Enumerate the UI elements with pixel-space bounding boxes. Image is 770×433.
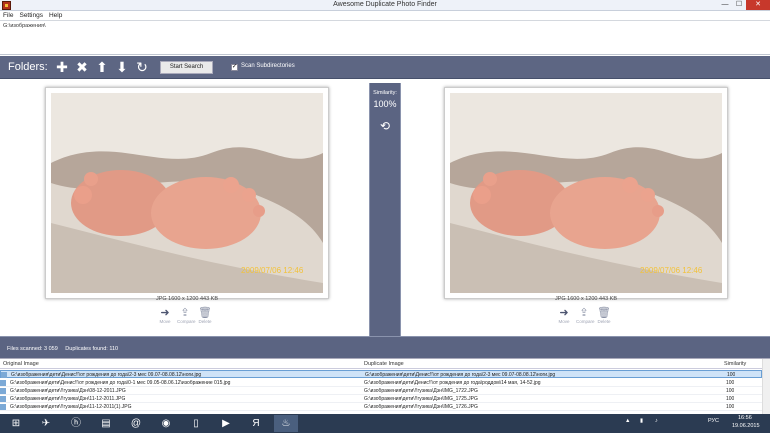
arrow-right-icon: ➜ [160, 307, 170, 319]
menu-settings[interactable]: Settings [19, 11, 43, 20]
awesome-duplicate-photo-finder-icon[interactable]: ♨ [274, 415, 298, 432]
clock-time[interactable]: 16:56 [738, 415, 752, 421]
original-image-frame[interactable]: 2009/07/06 12:46 [45, 87, 329, 299]
duplicate-delete-button[interactable]: 🗑 Delete [596, 307, 612, 327]
scan-subdirectories-label: Scan Subdirectories [241, 63, 295, 69]
folders-label: Folders: [8, 61, 48, 73]
menu-help[interactable]: Help [49, 11, 62, 20]
tray-expand-icon[interactable]: ▲ [625, 418, 630, 424]
table-row[interactable]: G:\изображения\дети\!!гузика\Дэн\11-12-2… [0, 395, 762, 403]
arrow-right-icon: ➜ [559, 307, 569, 319]
menu-file[interactable]: File [3, 11, 13, 20]
date-stamp-left: 2009/07/06 12:46 [241, 266, 304, 275]
folder-list[interactable]: G:\изображения\ [0, 20, 770, 55]
archive-icon: ⇪ [180, 307, 190, 319]
row-marker [0, 388, 6, 394]
add-folder-icon[interactable]: ✚ [54, 59, 70, 75]
file-explorer-icon[interactable]: ▤ [94, 415, 118, 432]
compare-area: Similarity: 100% ⟲ 2009/07/06 12:46 2009… [0, 83, 770, 336]
duplicate-photo: 2009/07/06 12:46 [450, 93, 722, 293]
pin-app-icon[interactable]: ✈ [34, 415, 58, 432]
hp-icon[interactable]: ⓗ [64, 415, 88, 432]
swap-icon[interactable]: ⟲ [370, 119, 400, 133]
menu-bar: File Settings Help [0, 11, 770, 20]
row-marker [0, 404, 6, 410]
duplicate-move-button[interactable]: ➜ Move [556, 307, 572, 327]
original-move-button[interactable]: ➜ Move [157, 307, 173, 327]
maximize-button[interactable]: ☐ [732, 0, 746, 10]
windows-start-icon[interactable]: ⊞ [4, 415, 28, 432]
date-stamp-right: 2009/07/06 12:46 [640, 266, 703, 275]
yandex-icon[interactable]: Я [244, 415, 268, 432]
duplicates-found: Duplicates found: 110 [65, 346, 119, 352]
files-scanned: Files scanned: 3 059 [7, 346, 58, 352]
similarity-value: 100% [373, 99, 397, 109]
duplicate-image-frame[interactable]: 2009/07/06 12:46 [444, 87, 728, 299]
window-title: Awesome Duplicate Photo Finder [333, 1, 437, 8]
duplicate-image-info: JPG 1600 x 1200 443 KB [554, 296, 618, 302]
original-image-info: JPG 1600 x 1200 443 KB [155, 296, 219, 302]
move-down-icon[interactable]: ⬇ [114, 59, 130, 75]
trash-icon: 🗑 [198, 307, 212, 319]
window-controls: — ☐ ✕ [718, 0, 770, 10]
table-header: Original Image Duplicate Image Similarit… [0, 359, 762, 369]
table-row[interactable]: G:\изображения\дети\Денис!!\от рождения … [0, 370, 762, 378]
media-player-icon[interactable]: ▶ [214, 415, 238, 432]
row-marker [0, 380, 6, 386]
scan-status: Files scanned: 3 059 Duplicates found: 1… [7, 346, 124, 352]
folders-toolbar: Folders: ✚ ✖ ⬆ ⬇ ↻ Start Search ✓ Scan S… [0, 56, 770, 79]
trash-icon: 🗑 [597, 307, 611, 319]
scan-subdirectories-checkbox[interactable]: ✓ [231, 64, 238, 71]
original-delete-button[interactable]: 🗑 Delete [197, 307, 213, 327]
chrome-icon[interactable]: ◉ [154, 415, 178, 432]
row-marker [1, 372, 7, 378]
reset-icon[interactable]: ↻ [134, 59, 150, 75]
header-duplicate[interactable]: Duplicate Image [364, 361, 404, 367]
folder-path-item[interactable]: G:\изображения\ [3, 23, 767, 29]
move-up-icon[interactable]: ⬆ [94, 59, 110, 75]
results-table: Original Image Duplicate Image Similarit… [0, 358, 770, 415]
taskbar: ⊞ ✈ ⓗ ▤ @ ◉ ▯ ▶ Я ♨ ▲ ▮ ♪ РУС 16:56 19.0… [0, 414, 770, 433]
similarity-panel: Similarity: 100% ⟲ [369, 83, 401, 336]
scan-status-bar: Files scanned: 3 059 Duplicates found: 1… [0, 336, 770, 358]
clock-date[interactable]: 19.06.2015 [732, 423, 760, 429]
start-search-button[interactable]: Start Search [160, 61, 213, 74]
volume-icon[interactable]: ♪ [655, 418, 658, 424]
table-scrollbar[interactable] [762, 359, 770, 415]
table-row[interactable]: G:\изображения\дети\!!гузика\Дэн\11-12-2… [0, 403, 762, 411]
table-row[interactable]: G:\изображения\дети\!!гузика\Дэн\08-12-2… [0, 387, 762, 395]
header-similarity[interactable]: Similarity [724, 361, 746, 367]
network-icon[interactable]: ▮ [640, 418, 643, 424]
original-photo: 2009/07/06 12:46 [51, 93, 323, 293]
original-compare-button[interactable]: ⇪ Compare [177, 307, 196, 327]
email-icon[interactable]: @ [124, 415, 148, 432]
minimize-button[interactable]: — [718, 0, 732, 10]
similarity-label: Similarity: [373, 90, 397, 96]
table-row[interactable]: G:\изображения\дети\Денис!!\от рождения … [0, 379, 762, 387]
archive-icon: ⇪ [579, 307, 589, 319]
duplicate-compare-button[interactable]: ⇪ Compare [576, 307, 595, 327]
language-indicator[interactable]: РУС [708, 418, 719, 424]
row-marker [0, 396, 6, 402]
header-original[interactable]: Original Image [3, 361, 39, 367]
close-button[interactable]: ✕ [746, 0, 770, 10]
document-icon[interactable]: ▯ [184, 415, 208, 432]
remove-folder-icon[interactable]: ✖ [74, 59, 90, 75]
title-bar: Awesome Duplicate Photo Finder — ☐ ✕ [0, 0, 770, 11]
